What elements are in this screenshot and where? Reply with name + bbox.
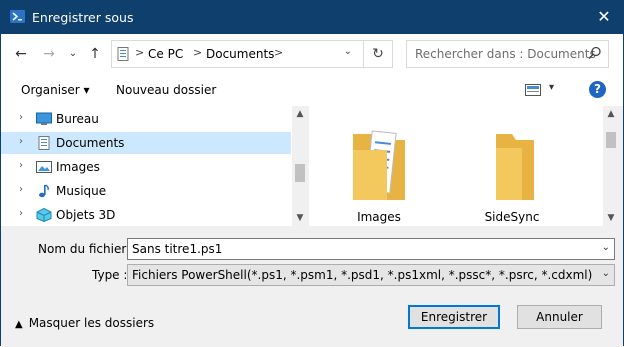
navigation-pane-scrollbar[interactable]: ▲ ▼ bbox=[292, 106, 308, 226]
scrollbar-thumb[interactable] bbox=[295, 164, 305, 182]
file-type-select[interactable]: Fichiers PowerShell(*.ps1, *.psm1, *.psd… bbox=[127, 264, 615, 286]
view-dropdown-button[interactable]: ▾ bbox=[549, 82, 554, 93]
recent-locations-dropdown[interactable]: ⌄ bbox=[63, 44, 83, 64]
filename-input[interactable]: Sans titre1.ps1 bbox=[132, 242, 222, 256]
view-options-icon[interactable] bbox=[525, 84, 541, 96]
save-form: Nom du fichier : Sans titre1.ps1 ⌄ Type … bbox=[1, 227, 623, 347]
file-item-sidesync[interactable]: SideSync bbox=[467, 114, 557, 224]
hide-folders-label: Masquer les dossiers bbox=[28, 316, 155, 330]
tree-item-label: Musique bbox=[56, 184, 107, 198]
file-list: Images SideSync bbox=[309, 106, 603, 226]
command-toolbar: Organiser ▾ Nouveau dossier ▾ ? bbox=[1, 74, 623, 106]
scroll-up-button[interactable]: ▲ bbox=[292, 106, 308, 122]
search-input[interactable]: Rechercher dans : Documents bbox=[415, 47, 596, 61]
file-item-label: Images bbox=[357, 210, 401, 224]
tree-item-documents[interactable]: › Documents bbox=[1, 132, 291, 154]
file-type-dropdown-icon[interactable]: ⌄ bbox=[602, 268, 610, 279]
caret-up-icon: ▲ bbox=[15, 319, 23, 330]
desktop-icon bbox=[36, 112, 52, 125]
type-label: Type : bbox=[92, 268, 128, 282]
expand-chevron-icon[interactable]: › bbox=[19, 136, 23, 147]
tree-item-musique[interactable]: › Musique bbox=[1, 180, 291, 202]
tree-item-images[interactable]: › Images bbox=[1, 156, 291, 178]
tree-item-label: Bureau bbox=[56, 112, 99, 126]
save-button[interactable]: Enregistrer bbox=[408, 305, 500, 329]
hide-folders-button[interactable]: ▲ Masquer les dossiers bbox=[15, 316, 154, 330]
pc-icon bbox=[117, 47, 129, 61]
organize-button[interactable]: Organiser ▾ bbox=[21, 83, 89, 97]
window-title: Enregistrer sous bbox=[32, 10, 134, 25]
images-icon bbox=[36, 161, 52, 173]
expand-chevron-icon[interactable]: › bbox=[19, 208, 23, 219]
objects-3d-icon bbox=[36, 208, 52, 222]
expand-chevron-icon[interactable]: › bbox=[19, 112, 23, 123]
breadcrumb-separator: > bbox=[274, 46, 284, 59]
scrollbar-thumb[interactable] bbox=[606, 132, 616, 148]
search-icon[interactable] bbox=[588, 46, 602, 60]
address-bar[interactable]: > Ce PC > Documents > ⌄ ↻ bbox=[111, 40, 393, 68]
tree-item-label: Documents bbox=[56, 136, 125, 150]
filename-label: Nom du fichier : bbox=[38, 242, 135, 256]
tree-item-objets-3d[interactable]: › Objets 3D bbox=[1, 204, 291, 226]
scroll-down-button[interactable]: ▼ bbox=[603, 210, 619, 226]
tree-item-label: Objets 3D bbox=[56, 208, 116, 222]
address-dropdown-button[interactable]: ⌄ bbox=[344, 46, 352, 57]
folder-icon bbox=[496, 134, 534, 200]
forward-button[interactable]: → bbox=[39, 44, 59, 64]
tree-item-label: Images bbox=[56, 160, 100, 174]
breadcrumb-separator: > bbox=[193, 46, 203, 59]
breadcrumb-documents[interactable]: Documents bbox=[206, 47, 274, 61]
file-item-images[interactable]: Images bbox=[334, 114, 424, 224]
back-button[interactable]: ← bbox=[11, 44, 31, 64]
file-type-value: Fichiers PowerShell(*.ps1, *.psm1, *.psd… bbox=[132, 268, 593, 282]
search-box[interactable]: Rechercher dans : Documents bbox=[406, 40, 609, 68]
navigation-pane: › Bureau › Documents › Images › Musique … bbox=[1, 106, 294, 226]
breadcrumb-separator: > bbox=[135, 46, 145, 59]
file-list-scrollbar[interactable]: ▲ ▼ bbox=[603, 106, 619, 226]
expand-chevron-icon[interactable]: › bbox=[19, 184, 23, 195]
save-as-dialog: Enregistrer sous ✕ ← → ⌄ ↑ > Ce PC > Doc… bbox=[0, 0, 624, 347]
scroll-down-button[interactable]: ▼ bbox=[292, 210, 308, 226]
title-bar: Enregistrer sous ✕ bbox=[1, 1, 623, 34]
folder-images-icon bbox=[353, 130, 405, 200]
tree-item-bureau[interactable]: › Bureau bbox=[1, 108, 291, 130]
documents-icon bbox=[38, 136, 50, 150]
cancel-button[interactable]: Annuler bbox=[517, 305, 602, 329]
scroll-up-button[interactable]: ▲ bbox=[603, 106, 619, 122]
music-icon bbox=[39, 184, 49, 198]
close-button[interactable]: ✕ bbox=[593, 6, 615, 28]
file-item-label: SideSync bbox=[484, 210, 540, 224]
expand-chevron-icon[interactable]: › bbox=[19, 160, 23, 171]
new-folder-button[interactable]: Nouveau dossier bbox=[116, 83, 216, 97]
refresh-button[interactable]: ↻ bbox=[363, 41, 392, 67]
filename-field[interactable]: Sans titre1.ps1 ⌄ bbox=[127, 238, 615, 260]
filename-dropdown-icon[interactable]: ⌄ bbox=[602, 242, 610, 253]
navigation-bar: ← → ⌄ ↑ > Ce PC > Documents > ⌄ ↻ Recher… bbox=[1, 34, 623, 74]
breadcrumb-ce-pc[interactable]: Ce PC bbox=[148, 47, 183, 61]
help-button[interactable]: ? bbox=[589, 81, 606, 98]
powershell-icon bbox=[10, 10, 25, 23]
up-button[interactable]: ↑ bbox=[85, 44, 105, 64]
